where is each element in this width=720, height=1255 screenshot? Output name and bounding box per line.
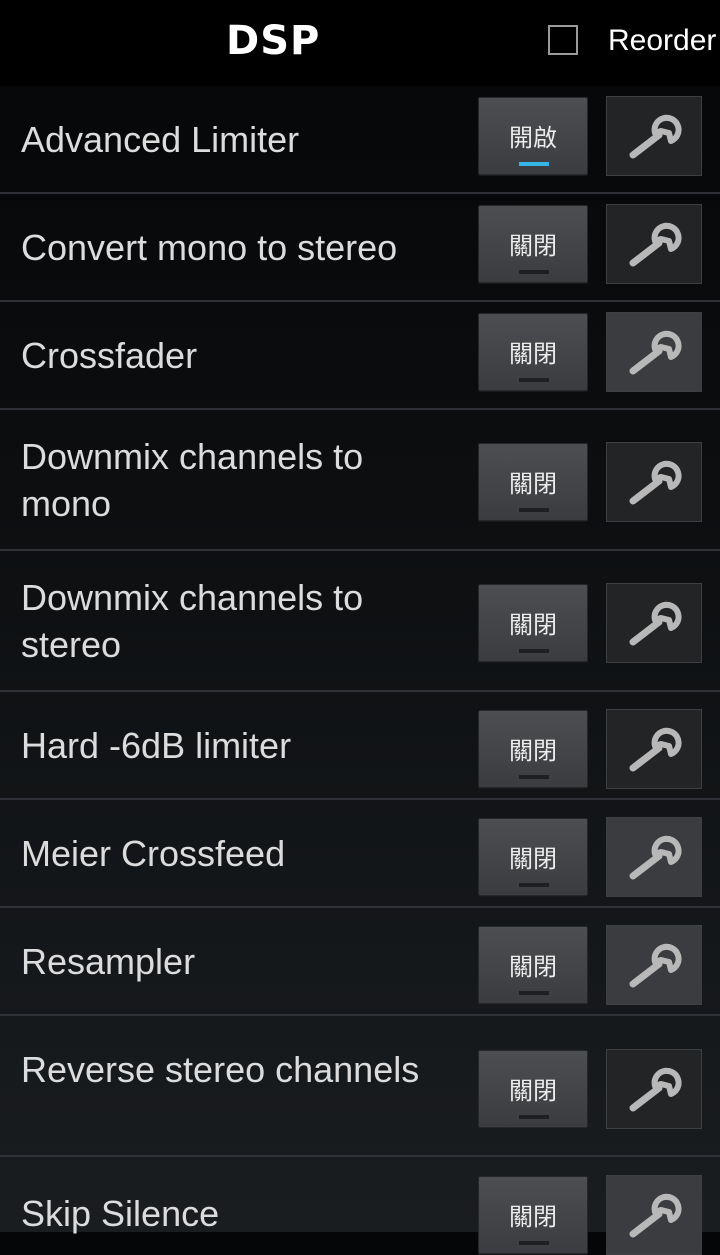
dsp-name: Reverse stereo channels bbox=[21, 1049, 420, 1090]
dsp-name: Crossfader bbox=[21, 335, 198, 376]
toggle-indicator bbox=[519, 162, 549, 166]
list-item: Meier Crossfeed 關閉 bbox=[0, 800, 720, 908]
toggle-indicator bbox=[519, 378, 549, 382]
toggle-indicator bbox=[519, 649, 549, 653]
dsp-name: Downmix channels to mono bbox=[21, 436, 364, 524]
reorder-label: Reorder bbox=[608, 25, 717, 57]
wrench-icon bbox=[629, 460, 682, 505]
reorder-toggle[interactable]: Reorder bbox=[548, 25, 720, 59]
action-bar: DSP Reorder bbox=[0, 0, 720, 86]
enable-toggle-button[interactable]: 關閉 bbox=[478, 818, 588, 896]
list-item: Downmix channels to mono 關閉 bbox=[0, 410, 720, 551]
toggle-label: 關閉 bbox=[509, 470, 557, 498]
wrench-icon bbox=[629, 835, 682, 880]
toggle-label: 關閉 bbox=[509, 953, 557, 981]
settings-button[interactable] bbox=[606, 709, 702, 789]
settings-button[interactable] bbox=[606, 442, 702, 522]
dsp-list: Advanced Limiter 開啟 Convert mono to ster… bbox=[0, 86, 720, 1255]
settings-button[interactable] bbox=[606, 204, 702, 284]
list-item: Skip Silence 關閉 bbox=[0, 1157, 720, 1255]
wrench-icon bbox=[629, 601, 682, 646]
enable-toggle-button[interactable]: 關閉 bbox=[478, 313, 588, 391]
enable-toggle-button[interactable]: 關閉 bbox=[478, 584, 588, 662]
toggle-indicator bbox=[519, 1115, 549, 1119]
toggle-label: 關閉 bbox=[509, 232, 557, 260]
wrench-icon bbox=[629, 943, 682, 988]
toggle-label: 關閉 bbox=[509, 845, 557, 873]
enable-toggle-button[interactable]: 關閉 bbox=[478, 1176, 588, 1254]
toggle-label: 關閉 bbox=[509, 737, 557, 765]
dsp-name: Downmix channels to stereo bbox=[21, 577, 364, 665]
toggle-label: 開啟 bbox=[509, 124, 557, 152]
toggle-indicator bbox=[519, 991, 549, 995]
reorder-checkbox[interactable] bbox=[548, 25, 578, 55]
list-item: Hard -6dB limiter 關閉 bbox=[0, 692, 720, 800]
settings-button[interactable] bbox=[606, 1175, 702, 1255]
dsp-name: Convert mono to stereo bbox=[21, 227, 398, 268]
toggle-indicator bbox=[519, 775, 549, 779]
enable-toggle-button[interactable]: 關閉 bbox=[478, 443, 588, 521]
toggle-label: 關閉 bbox=[509, 1077, 557, 1105]
toggle-indicator bbox=[519, 270, 549, 274]
settings-button[interactable] bbox=[606, 925, 702, 1005]
page-title: DSP bbox=[226, 18, 321, 64]
dsp-name: Meier Crossfeed bbox=[21, 833, 286, 874]
wrench-icon bbox=[629, 330, 682, 375]
toggle-label: 關閉 bbox=[509, 340, 557, 368]
settings-button[interactable] bbox=[606, 817, 702, 897]
wrench-icon bbox=[629, 1193, 682, 1238]
wrench-icon bbox=[629, 222, 682, 267]
enable-toggle-button[interactable]: 關閉 bbox=[478, 1050, 588, 1128]
settings-button[interactable] bbox=[606, 96, 702, 176]
enable-toggle-button[interactable]: 關閉 bbox=[478, 710, 588, 788]
enable-toggle-button[interactable]: 關閉 bbox=[478, 926, 588, 1004]
list-item: Convert mono to stereo 關閉 bbox=[0, 194, 720, 302]
settings-button[interactable] bbox=[606, 312, 702, 392]
list-item: Resampler 關閉 bbox=[0, 908, 720, 1016]
enable-toggle-button[interactable]: 關閉 bbox=[478, 205, 588, 283]
list-item: Advanced Limiter 開啟 bbox=[0, 86, 720, 194]
toggle-label: 關閉 bbox=[509, 1203, 557, 1231]
settings-button[interactable] bbox=[606, 583, 702, 663]
enable-toggle-button[interactable]: 開啟 bbox=[478, 97, 588, 175]
toggle-indicator bbox=[519, 508, 549, 512]
toggle-indicator bbox=[519, 883, 549, 887]
wrench-icon bbox=[629, 114, 682, 159]
list-item: Crossfader 關閉 bbox=[0, 302, 720, 410]
list-item: Downmix channels to stereo 關閉 bbox=[0, 551, 720, 692]
dsp-name: Advanced Limiter bbox=[21, 119, 300, 160]
toggle-label: 關閉 bbox=[509, 611, 557, 639]
dsp-name: Hard -6dB limiter bbox=[21, 725, 292, 766]
wrench-icon bbox=[629, 727, 682, 772]
dsp-name: Resampler bbox=[21, 941, 196, 982]
toggle-indicator bbox=[519, 1241, 549, 1245]
wrench-icon bbox=[629, 1067, 682, 1112]
settings-button[interactable] bbox=[606, 1049, 702, 1129]
dsp-name: Skip Silence bbox=[21, 1193, 220, 1234]
list-item: Reverse stereo channels 關閉 bbox=[0, 1016, 720, 1157]
